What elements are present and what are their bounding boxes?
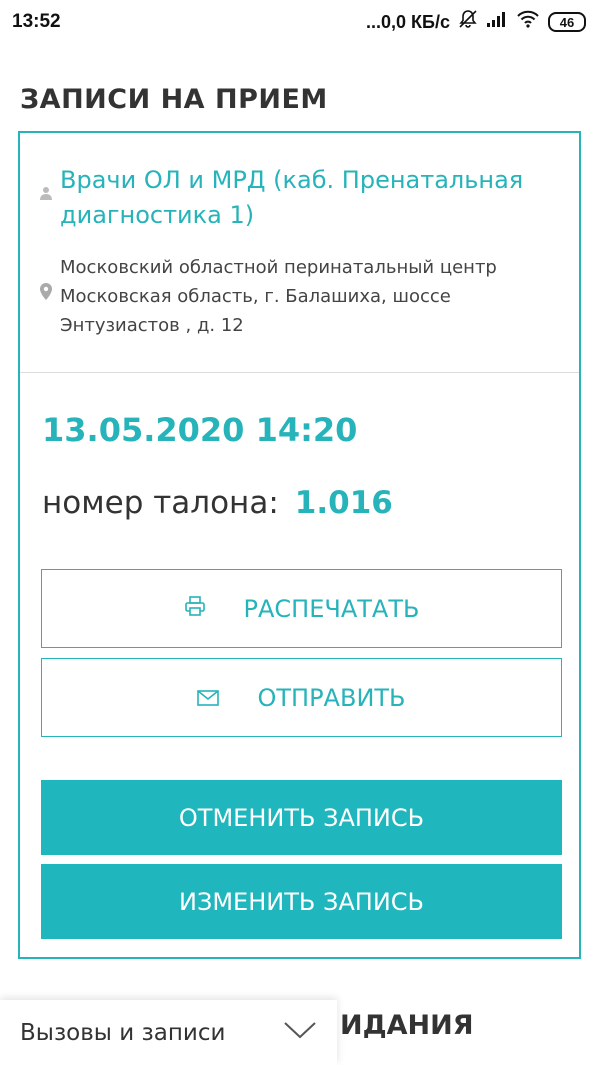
- clinic-row: Московский областной перинатальный центр…: [40, 253, 560, 340]
- dropdown-selected-value: Вызовы и записи: [20, 1019, 226, 1046]
- wifi-icon: [516, 10, 540, 34]
- battery-indicator: 46: [548, 12, 586, 32]
- network-speed: ...0,0 КБ/с: [366, 11, 450, 32]
- appointment-card: Врачи ОЛ и МРД (каб. Пренатальная диагно…: [18, 131, 581, 959]
- change-appointment-button[interactable]: ИЗМЕНИТЬ ЗАПИСЬ: [41, 864, 562, 939]
- status-bar: 13:52 ...0,0 КБ/с 46: [0, 0, 600, 44]
- section-dropdown[interactable]: Вызовы и записи: [0, 1000, 337, 1065]
- envelope-icon: [197, 684, 220, 712]
- doctor-row: Врачи ОЛ и МРД (каб. Пренатальная диагно…: [40, 163, 540, 233]
- chevron-down-icon: [283, 1020, 317, 1046]
- print-button[interactable]: РАСПЕЧАТАТЬ: [41, 569, 562, 648]
- printer-icon: [184, 595, 206, 623]
- send-label: ОТПРАВИТЬ: [257, 683, 406, 712]
- bell-off-icon: [458, 9, 478, 35]
- cancel-appointment-button[interactable]: ОТМЕНИТЬ ЗАПИСЬ: [41, 780, 562, 855]
- status-icons: ...0,0 КБ/с 46: [366, 9, 586, 35]
- print-label: РАСПЕЧАТАТЬ: [243, 594, 420, 623]
- ticket-number-row: номер талона: 1.016: [42, 485, 393, 521]
- signal-icon: [486, 10, 508, 34]
- clinic-address: Московский областной перинатальный центр…: [60, 257, 497, 336]
- send-button[interactable]: ОТПРАВИТЬ: [41, 658, 562, 737]
- ticket-label: номер талона:: [42, 485, 279, 521]
- page-title: ЗАПИСИ НА ПРИЕМ: [20, 84, 328, 115]
- ticket-number: 1.016: [294, 485, 393, 521]
- doctor-name[interactable]: Врачи ОЛ и МРД (каб. Пренатальная диагно…: [60, 163, 540, 233]
- appointment-info: Врачи ОЛ и МРД (каб. Пренатальная диагно…: [20, 133, 579, 373]
- status-time: 13:52: [12, 11, 61, 32]
- section-heading-partial: ИДАНИЯ: [340, 1010, 474, 1041]
- location-pin-icon: [40, 283, 60, 340]
- person-icon: [40, 185, 60, 233]
- appointment-datetime: 13.05.2020 14:20: [42, 411, 358, 449]
